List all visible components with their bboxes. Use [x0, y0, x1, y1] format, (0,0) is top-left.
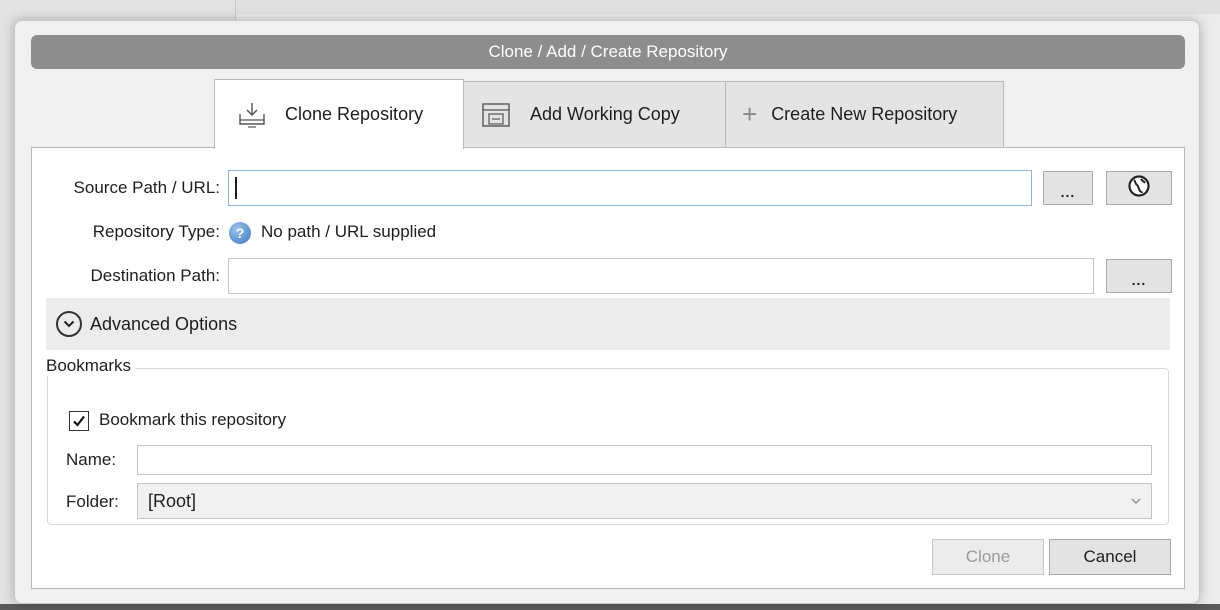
- cancel-button[interactable]: Cancel: [1049, 539, 1171, 575]
- tab-create-label: Create New Repository: [771, 104, 958, 124]
- dialog-title: Clone / Add / Create Repository: [31, 35, 1185, 69]
- remote-repository-button[interactable]: [1106, 171, 1172, 205]
- working-copy-folder-icon: [480, 100, 512, 130]
- source-browse-button[interactable]: ...: [1043, 171, 1093, 205]
- bookmark-folder-value: [Root]: [148, 490, 197, 511]
- tab-add-working-copy[interactable]: Add Working Copy: [464, 81, 726, 147]
- browse-dots: ...: [1060, 184, 1076, 200]
- repository-tabs: Clone Repository Add Working Copy + Crea…: [214, 79, 1004, 149]
- clone-button-label: Clone: [965, 547, 1011, 566]
- destination-path-input[interactable]: [228, 258, 1094, 294]
- destination-browse-button[interactable]: ...: [1106, 259, 1172, 293]
- chevron-down-icon: [1131, 492, 1141, 508]
- bookmark-folder-select[interactable]: [Root]: [137, 483, 1152, 519]
- bookmarks-group-title: Bookmarks: [45, 356, 136, 376]
- clone-add-create-dialog: Clone / Add / Create Repository Clone Re…: [14, 20, 1200, 604]
- repository-type-value: No path / URL supplied: [261, 222, 437, 241]
- cancel-button-label: Cancel: [1083, 547, 1137, 566]
- checkmark-icon: [73, 415, 85, 427]
- source-url-input[interactable]: [228, 170, 1032, 206]
- advanced-options-toggle[interactable]: Advanced Options: [46, 298, 1170, 350]
- bookmark-checkbox[interactable]: [69, 411, 89, 431]
- destination-label: Destination Path:: [90, 266, 220, 285]
- tab-add-label: Add Working Copy: [530, 104, 680, 124]
- globe-icon: [1127, 174, 1151, 203]
- text-caret: [235, 177, 237, 199]
- bookmark-name-label: Name:: [66, 450, 117, 469]
- background-status-bar: [0, 604, 1220, 610]
- advanced-options-label: Advanced Options: [90, 313, 238, 334]
- tab-clone-repository[interactable]: Clone Repository: [214, 79, 464, 149]
- plus-icon: +: [742, 99, 758, 129]
- info-icon: ?: [229, 222, 251, 244]
- clone-panel: Source Path / URL: ... Repository Type: …: [31, 147, 1185, 589]
- tab-create-new-repository[interactable]: + Create New Repository: [726, 81, 1004, 147]
- tab-clone-label: Clone Repository: [285, 104, 424, 124]
- chevron-down-circle-icon: [56, 311, 82, 337]
- bookmark-name-input[interactable]: [137, 445, 1152, 475]
- bookmark-folder-label: Folder:: [66, 492, 119, 511]
- bookmark-checkbox-label[interactable]: Bookmark this repository: [99, 410, 286, 430]
- clone-button[interactable]: Clone: [932, 539, 1044, 575]
- download-tray-icon: [237, 100, 267, 130]
- source-label: Source Path / URL:: [73, 178, 220, 197]
- browse-dots: ...: [1131, 272, 1147, 288]
- repository-type-label: Repository Type:: [92, 222, 220, 241]
